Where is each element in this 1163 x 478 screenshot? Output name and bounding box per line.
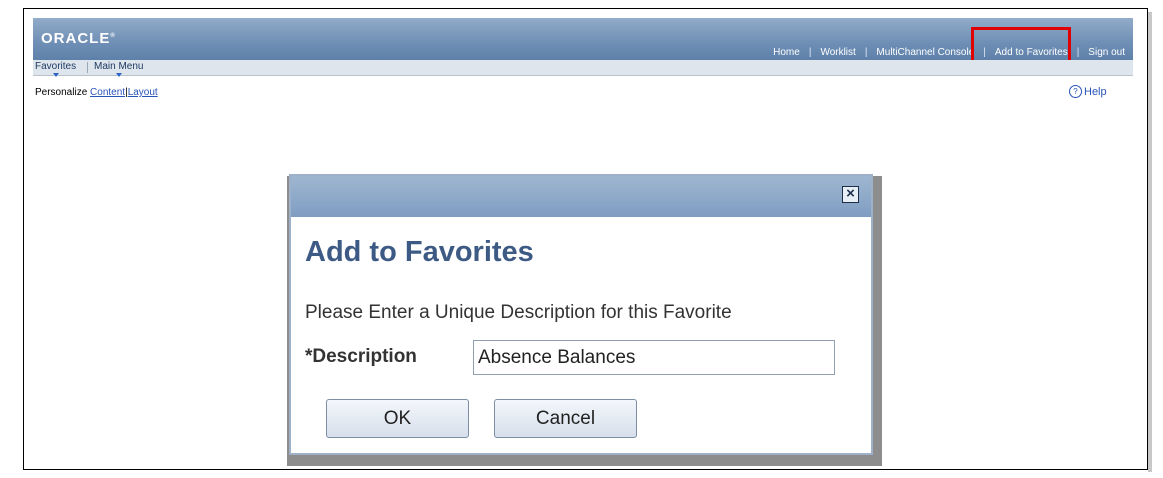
sign-out-link[interactable]: Sign out: [1088, 47, 1125, 58]
ok-button[interactable]: OK: [326, 399, 469, 438]
dropdown-arrow-icon: [52, 73, 59, 77]
worklist-link[interactable]: Worklist: [820, 47, 855, 58]
dialog-titlebar: ×: [291, 176, 871, 217]
description-input[interactable]: [473, 340, 835, 375]
multichannel-console-link[interactable]: MultiChannel Console: [876, 47, 974, 58]
help-label: Help: [1084, 85, 1107, 98]
link-separator: |: [1076, 47, 1080, 58]
favorites-menu-label: Favorites: [35, 61, 77, 72]
link-separator: |: [808, 47, 812, 58]
dialog-instruction: Please Enter a Unique Description for th…: [305, 302, 732, 323]
content-link[interactable]: Content: [90, 87, 125, 98]
personalize-label: Personalize: [35, 87, 88, 98]
home-link[interactable]: Home: [773, 47, 800, 58]
help-link[interactable]: ? Help: [1069, 85, 1107, 98]
link-separator: |: [864, 47, 868, 58]
header-links: Home | Worklist | MultiChannel Console |…: [773, 47, 1125, 58]
help-icon: ?: [1069, 85, 1082, 98]
main-menu-label: Main Menu: [94, 61, 144, 72]
header-banner: ORACLE® Home | Worklist | MultiChannel C…: [33, 18, 1133, 63]
dialog-title: Add to Favorites: [305, 236, 534, 268]
nav-divider: [87, 62, 88, 73]
cancel-button[interactable]: Cancel: [494, 399, 637, 438]
frame-shadow: [1148, 12, 1152, 472]
personalize-row: Personalize Content|Layout: [35, 87, 158, 98]
oracle-logo: ORACLE®: [41, 30, 116, 47]
main-menu[interactable]: Main Menu: [94, 61, 144, 77]
favorites-menu[interactable]: Favorites: [35, 61, 77, 77]
add-to-favorites-dialog: × Add to Favorites Please Enter a Unique…: [289, 174, 873, 455]
dropdown-arrow-icon: [115, 73, 122, 77]
nav-bar: Favorites Main Menu: [33, 60, 1133, 77]
layout-link[interactable]: Layout: [128, 87, 158, 98]
description-label: *Description: [305, 346, 417, 367]
close-icon[interactable]: ×: [842, 186, 859, 203]
